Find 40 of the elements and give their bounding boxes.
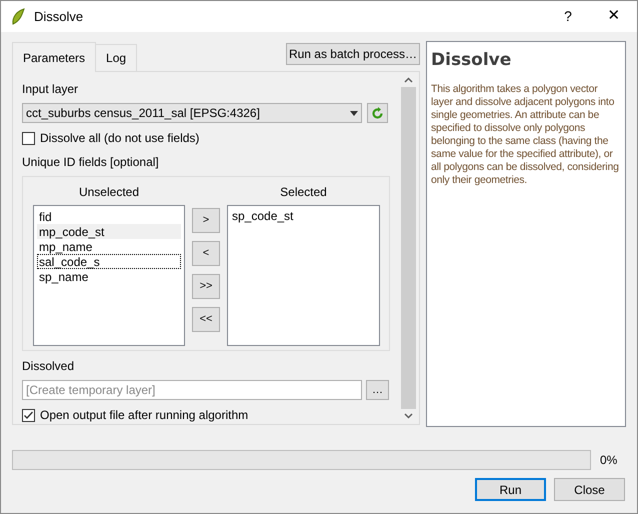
window-title: Dissolve <box>34 8 84 26</box>
move-button[interactable]: >> <box>192 274 220 299</box>
list-item[interactable]: mp_code_st <box>37 224 181 239</box>
move-button[interactable]: << <box>192 307 220 332</box>
help-button[interactable]: ? <box>545 1 591 32</box>
layer-dropdown[interactable]: cct_suburbs census_2011_sal [EPSG:4326] <box>22 103 362 123</box>
batch-button[interactable]: Run as batch process… <box>286 43 420 65</box>
dialog-button[interactable]: Close <box>554 478 625 501</box>
move-button[interactable]: > <box>192 208 220 233</box>
dialog-button[interactable]: Run <box>475 478 546 501</box>
list-item[interactable]: mp_name <box>37 239 181 254</box>
output-field[interactable]: [Create temporary layer] <box>22 380 362 400</box>
scroll-up-icon <box>404 77 413 83</box>
dropdown-arrow-icon <box>350 110 358 116</box>
checkbox[interactable] <box>22 132 35 144</box>
checkbox-label: Open output file after running algorithm <box>40 407 248 424</box>
browse-button[interactable]: … <box>366 380 389 400</box>
unique-id-label: Unique ID fields [optional] <box>22 154 160 171</box>
input-layer-label: Input layer <box>22 81 80 98</box>
list-item[interactable]: sp_name <box>37 269 181 284</box>
scroll-down-icon <box>404 413 413 419</box>
move-button[interactable]: < <box>192 241 220 266</box>
dissolved-label: Dissolved <box>22 358 76 375</box>
check-icon <box>23 410 34 420</box>
refresh-icon <box>371 106 384 120</box>
selected-title: Selected <box>280 184 327 201</box>
close-button[interactable]: ✕ <box>591 1 637 32</box>
unselected-title: Unselected <box>78 184 140 201</box>
help-text: This algorithm takes a polygon vector layer and dissolve adjacent polygons into single geometries. An attribute can be specified to dissolve only polygons belonging to the same class (having the same value for the specified attribute), or all polygons can be dissolved, considering only their geometries. <box>431 82 620 186</box>
checkbox[interactable] <box>22 408 35 422</box>
tab[interactable]: Parameters <box>12 42 96 72</box>
checkbox-label: Dissolve all (do not use fields) <box>40 130 200 147</box>
list-item[interactable]: sal_code_s <box>37 254 181 269</box>
list-item[interactable]: fid <box>37 209 181 224</box>
help-title: Dissolve <box>431 49 512 72</box>
iterate-button[interactable] <box>367 103 388 123</box>
progress-percent: 0% <box>600 452 618 469</box>
leaf-icon <box>10 8 26 26</box>
tab[interactable]: Log <box>96 44 138 71</box>
list-item[interactable]: sp_code_st <box>231 209 376 224</box>
